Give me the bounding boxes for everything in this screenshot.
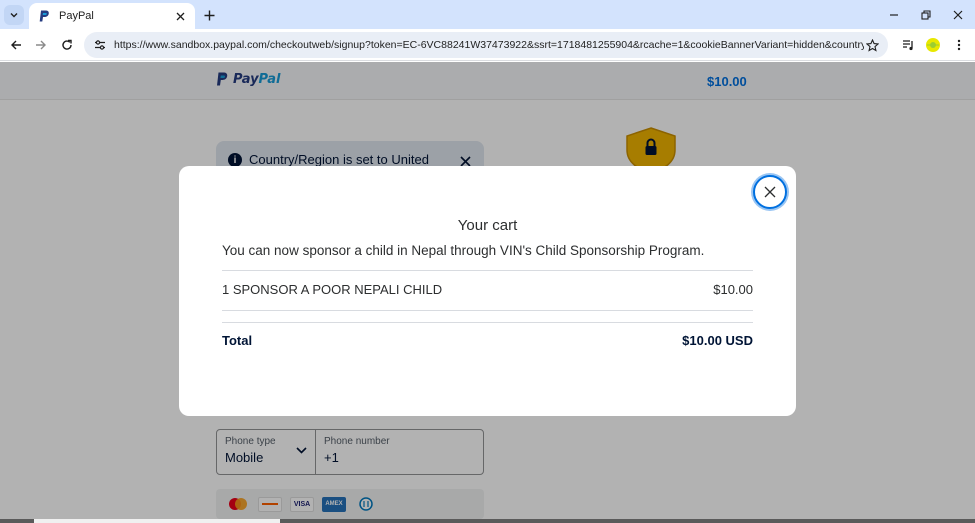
scrollbar-thumb[interactable] xyxy=(34,519,280,523)
tab-strip: PayPal xyxy=(0,0,975,29)
close-cart-button[interactable] xyxy=(753,175,787,209)
minimize-icon[interactable] xyxy=(885,6,903,24)
divider xyxy=(222,322,753,323)
url-text: https://www.sandbox.paypal.com/checkoutw… xyxy=(114,39,864,51)
restore-icon[interactable] xyxy=(917,6,935,24)
divider xyxy=(222,310,753,311)
cart-item-price: $10.00 xyxy=(713,282,753,297)
tab-paypal[interactable]: PayPal xyxy=(29,3,195,29)
cart-dialog: Your cart You can now sponsor a child in… xyxy=(179,166,796,416)
cart-title: Your cart xyxy=(457,217,518,234)
paypal-favicon-icon xyxy=(37,9,51,23)
tab-title: PayPal xyxy=(59,10,94,22)
cart-description: You can now sponsor a child in Nepal thr… xyxy=(222,243,705,258)
media-control-icon[interactable] xyxy=(899,36,917,54)
chevron-down-icon xyxy=(10,13,18,18)
new-tab-icon[interactable] xyxy=(200,6,218,24)
close-window-icon[interactable] xyxy=(949,6,967,24)
tab-close-icon[interactable] xyxy=(173,9,187,23)
address-bar[interactable]: https://www.sandbox.paypal.com/checkoutw… xyxy=(84,32,888,58)
back-icon[interactable] xyxy=(7,36,25,54)
browser-toolbar: https://www.sandbox.paypal.com/checkoutw… xyxy=(0,29,975,61)
divider xyxy=(222,270,753,271)
browser-menu-icon[interactable] xyxy=(950,36,968,54)
total-value: $10.00 USD xyxy=(682,333,753,348)
close-icon xyxy=(764,186,776,198)
extension-icon[interactable] xyxy=(924,36,942,54)
site-settings-icon[interactable] xyxy=(92,37,108,53)
cart-item-name: 1 SPONSOR A POOR NEPALI CHILD xyxy=(222,282,443,297)
total-label: Total xyxy=(222,333,253,348)
reload-icon[interactable] xyxy=(58,36,76,54)
bookmark-star-icon[interactable] xyxy=(864,37,880,53)
forward-icon[interactable] xyxy=(32,36,50,54)
tab-search-button[interactable] xyxy=(4,5,24,25)
